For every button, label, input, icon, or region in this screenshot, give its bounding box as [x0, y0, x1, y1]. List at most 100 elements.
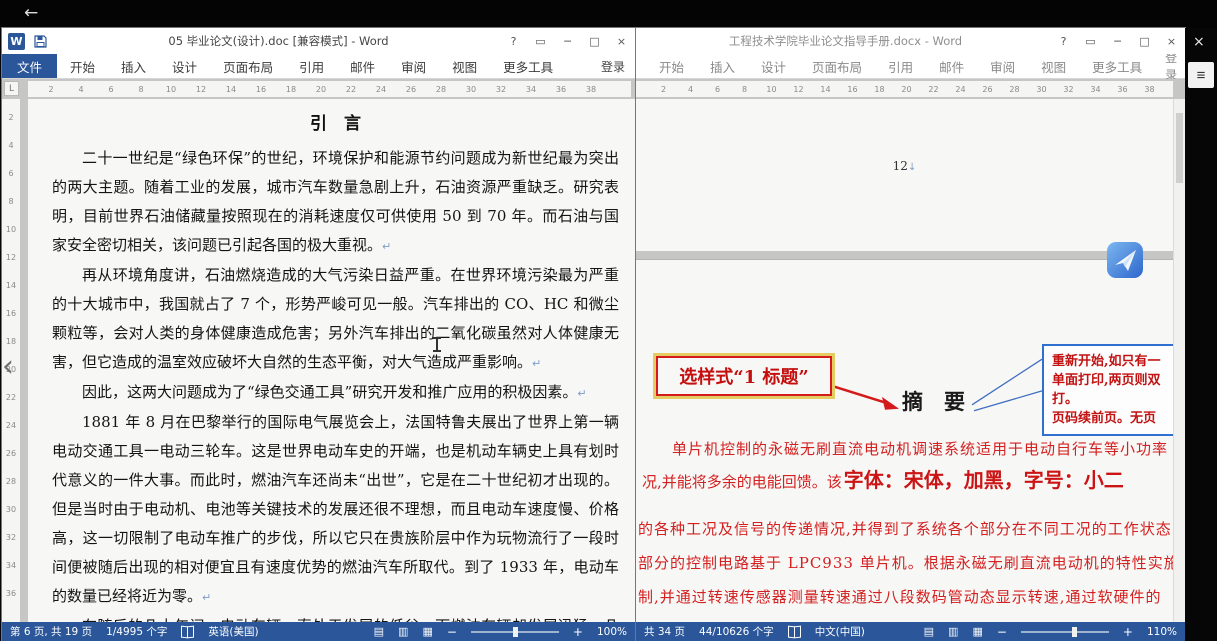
- horizontal-ruler[interactable]: 2468101214161820222426283032343638: [636, 81, 1173, 97]
- proofing-icon[interactable]: [181, 626, 194, 637]
- left-ruler-row[interactable]: L 2468101214161820222426283032343638: [2, 79, 635, 99]
- ribbon-tab[interactable]: 审阅: [977, 54, 1028, 78]
- word-count[interactable]: 44/10626 个字: [699, 624, 774, 639]
- minimize-button[interactable]: ─: [554, 28, 581, 54]
- ruler-number: 14: [216, 85, 246, 94]
- zoom-in-button[interactable]: +: [573, 625, 583, 639]
- ribbon-tab[interactable]: 页面布局: [799, 54, 875, 78]
- ribbon-display-options-button[interactable]: ▭: [527, 28, 554, 54]
- print-layout-button[interactable]: ▥: [398, 625, 408, 638]
- ribbon-tab[interactable]: 开始: [646, 54, 697, 78]
- zoom-slider[interactable]: [1021, 631, 1109, 633]
- page-indicator[interactable]: 共 34 页: [644, 624, 685, 639]
- ruler-number: 4: [8, 141, 13, 169]
- left-title-bar[interactable]: W 05 毕业论文(设计).doc [兼容模式] - Word ? ▭ ─ □ …: [2, 28, 635, 54]
- right-scrollbar[interactable]: [1173, 99, 1185, 622]
- save-icon[interactable]: [34, 35, 47, 48]
- horizontal-ruler[interactable]: 2468101214161820222426283032343638: [28, 81, 631, 97]
- left-page[interactable]: 引 言 二十一世纪是“绿色环保”的世纪，环境保护和能源节约问题成为新世纪最为突出…: [28, 99, 635, 622]
- paragraph[interactable]: 因此，这两大问题成为了“绿色交通工具”研究开发和推广应用的积极因素。↵: [52, 378, 619, 408]
- scrollbar-thumb[interactable]: [1176, 113, 1183, 183]
- page-indicator[interactable]: 第 6 页, 共 19 页: [10, 624, 92, 639]
- red-text-line[interactable]: 制,并通过转速传感器测量转速通过八段数码管动态显示转速,通过软硬件的: [638, 586, 1162, 607]
- red-text-line[interactable]: 单片机控制的永磁无刷直流电动机调速系统适用于电动自行车等小功率: [672, 438, 1168, 459]
- overlay-close-icon[interactable]: ×: [1193, 34, 1205, 50]
- paragraph[interactable]: 再从环境角度讲，石油燃烧造成的大气污染日益严重。在世界环境污染最为严重的十大城市…: [52, 261, 619, 378]
- zoom-slider[interactable]: [471, 631, 559, 633]
- zoom-slider-thumb[interactable]: [1072, 627, 1077, 637]
- read-mode-button[interactable]: ▤: [374, 625, 384, 638]
- ribbon-tab[interactable]: 引用: [286, 54, 337, 78]
- page-12-bottom[interactable]: 12↓: [636, 99, 1173, 251]
- page-13[interactable]: 选样式“1 标题” 摘 要 重新开始,如只有一单面打印,两页则双打。页码续前页。…: [636, 259, 1173, 622]
- left-document-area[interactable]: 24681012141618202224262830323436 引 言 二十一…: [2, 99, 635, 622]
- page-number-mark-icon: ↓: [908, 162, 916, 173]
- ribbon-tab[interactable]: 邮件: [926, 54, 977, 78]
- note-callout-box[interactable]: 重新开始,如只有一单面打印,两页则双打。页码续前页。无页: [1042, 344, 1173, 436]
- word-count[interactable]: 1/4995 个字: [106, 624, 167, 639]
- minimize-button[interactable]: ─: [1104, 28, 1131, 54]
- ribbon-tab[interactable]: 插入: [108, 54, 159, 78]
- zoom-out-button[interactable]: −: [447, 625, 457, 639]
- previous-page-chevron-icon[interactable]: ‹: [2, 352, 14, 382]
- paragraph[interactable]: 二十一世纪是“绿色环保”的世纪，环境保护和能源节约问题成为新世纪最为突出的两大主…: [52, 144, 619, 261]
- paragraph[interactable]: 1881 年 8 月在巴黎举行的国际电气展览会上，法国特鲁夫展出了世界上第一辆电…: [52, 408, 619, 612]
- close-button[interactable]: ×: [608, 28, 635, 54]
- ribbon-display-options-button[interactable]: ▭: [1077, 28, 1104, 54]
- ribbon-tab[interactable]: 视图: [1028, 54, 1079, 78]
- red-text-line[interactable]: 况,并能将多余的电能回馈。该 字体：宋体，加黑，字号：小二: [642, 464, 1124, 493]
- help-button[interactable]: ?: [1050, 28, 1077, 54]
- ruler-number: 28: [6, 477, 16, 505]
- zoom-out-button[interactable]: −: [997, 625, 1007, 639]
- ruler-number: 10: [156, 85, 186, 94]
- ruler-number: 38: [1136, 85, 1163, 94]
- paragraph[interactable]: 在随后的几十年间，电动车辆一直处于发展的低谷，而燃油车辆却发展迅猛，几乎↵: [52, 612, 619, 622]
- tab-file[interactable]: 文件: [2, 54, 57, 78]
- ribbon-tab[interactable]: 插入: [697, 54, 748, 78]
- style-callout-box[interactable]: 选样式“1 标题”: [656, 356, 832, 396]
- ruler-number: 2: [650, 85, 677, 94]
- zoom-level[interactable]: 100%: [597, 626, 627, 638]
- web-layout-button[interactable]: ▦: [972, 625, 982, 638]
- menu-button[interactable]: ≡: [1188, 62, 1214, 88]
- ribbon-tab[interactable]: 页面布局: [210, 54, 286, 78]
- ribbon-tab[interactable]: 设计: [159, 54, 210, 78]
- ribbon-tab[interactable]: 更多工具: [1079, 54, 1155, 78]
- language-indicator[interactable]: 英语(美国): [208, 624, 258, 639]
- ribbon-tab[interactable]: 审阅: [388, 54, 439, 78]
- ruler-number: 2: [36, 85, 66, 94]
- zoom-level[interactable]: 110%: [1147, 626, 1177, 638]
- back-arrow-icon[interactable]: ←: [24, 3, 38, 23]
- print-layout-button[interactable]: ▥: [948, 625, 958, 638]
- tab-stop-selector[interactable]: L: [4, 81, 19, 96]
- web-layout-button[interactable]: ▦: [422, 625, 432, 638]
- floating-assistant-badge-icon[interactable]: [1106, 241, 1144, 279]
- ribbon-tab[interactable]: 视图: [439, 54, 490, 78]
- ruler-number: 26: [6, 449, 16, 477]
- zoom-in-button[interactable]: +: [1123, 625, 1133, 639]
- help-button[interactable]: ?: [500, 28, 527, 54]
- ribbon-tab[interactable]: 设计: [748, 54, 799, 78]
- sign-in-button[interactable]: 登录: [591, 54, 635, 78]
- restore-button[interactable]: □: [581, 28, 608, 54]
- ribbon-tab[interactable]: 开始: [57, 54, 108, 78]
- ribbon-tab[interactable]: 邮件: [337, 54, 388, 78]
- restore-button[interactable]: □: [1131, 28, 1158, 54]
- paragraph-text: 再从环境角度讲，石油燃烧造成的大气污染日益严重。在世界环境污染最为严重的十大城市…: [52, 266, 619, 371]
- sign-in-button[interactable]: 登录: [1155, 54, 1185, 78]
- close-button[interactable]: ×: [1158, 28, 1185, 54]
- proofing-icon[interactable]: [788, 626, 801, 637]
- red-text-line[interactable]: 的各种工况及信号的传递情况,并得到了系统各个部分在不同工况的工作状态: [638, 518, 1172, 539]
- right-ruler-row[interactable]: 2468101214161820222426283032343638: [636, 79, 1185, 99]
- ribbon-tab[interactable]: 更多工具: [490, 54, 566, 78]
- abstract-heading[interactable]: 摘 要: [902, 386, 965, 416]
- read-mode-button[interactable]: ▤: [924, 625, 934, 638]
- ribbon-tab[interactable]: 引用: [875, 54, 926, 78]
- right-title-bar[interactable]: 工程技术学院毕业论文指导手册.docx - Word ? ▭ ─ □ ×: [636, 28, 1185, 54]
- ruler-number: 34: [6, 561, 16, 589]
- document-heading[interactable]: 引 言: [52, 105, 619, 144]
- language-indicator[interactable]: 中文(中国): [815, 624, 865, 639]
- zoom-slider-thumb[interactable]: [513, 627, 518, 637]
- red-text-line[interactable]: 部分的控制电路基于 LPC933 单片机。根据永磁无刷直流电动机的特性实施脉: [638, 552, 1173, 573]
- right-document-area[interactable]: 12↓ 选样式“1 标题” 摘 要 重新开始,如只有一单面打印,两页则双打。页码…: [636, 99, 1185, 622]
